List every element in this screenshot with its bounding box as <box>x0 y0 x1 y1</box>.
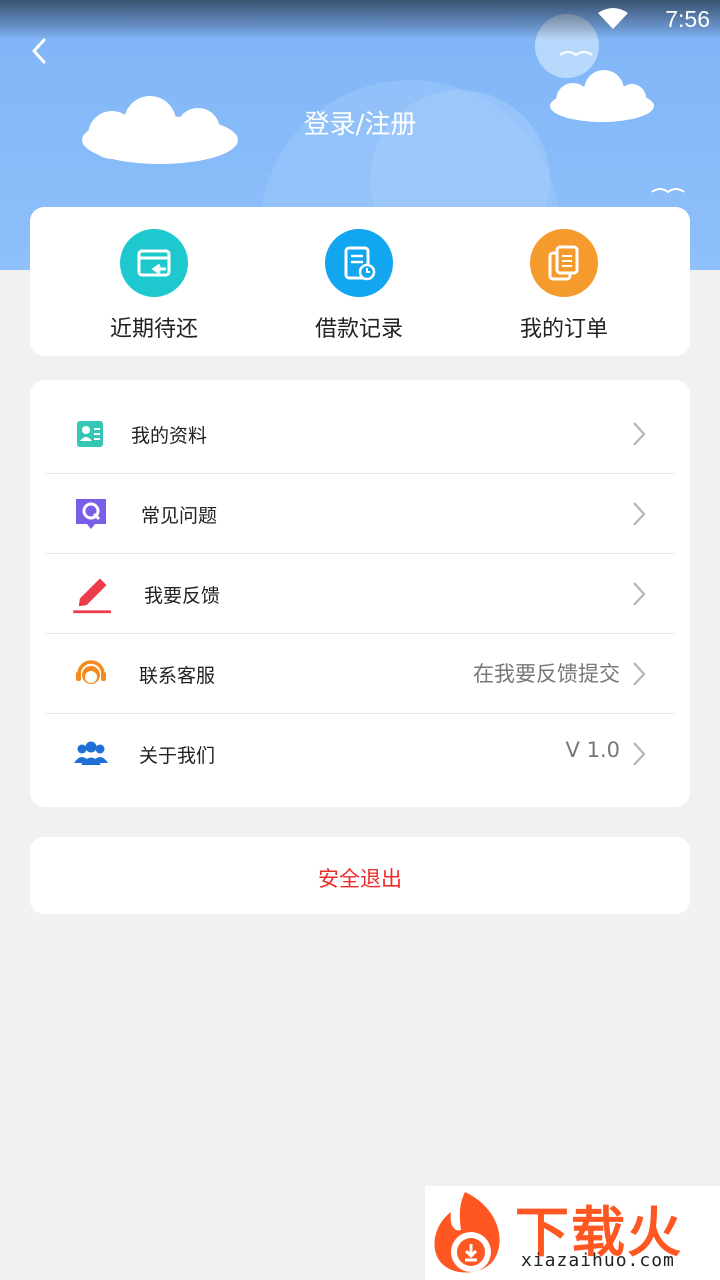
repay-card-icon <box>120 229 188 297</box>
menu-item-my-profile[interactable]: 我的资料 <box>45 394 675 474</box>
quick-action-recent-repay[interactable]: 近期待还 <box>64 229 244 343</box>
menu-item-faq[interactable]: 常见问题 <box>45 474 675 554</box>
flame-download-icon <box>434 1192 500 1273</box>
customer-service-icon <box>76 660 106 684</box>
quick-action-label: 借款记录 <box>314 317 403 342</box>
loan-record-icon <box>325 229 393 297</box>
menu-item-feedback[interactable]: 我要反馈 <box>45 554 675 634</box>
status-bar: 7:56 <box>0 0 720 40</box>
menu-item-label: 联系客服 <box>139 665 216 687</box>
menu-item-label: 我的资料 <box>131 425 208 447</box>
menu-card: 我的资料 常见问题 我要反馈 联系客服 在我要反馈提交 关于我们 V 1.0 <box>30 380 690 807</box>
chevron-right-icon <box>633 422 646 446</box>
watermark-brand-en: xiazaihuo.com <box>521 1250 675 1271</box>
logout-label: 安全退出 <box>318 867 402 891</box>
status-time: 7:56 <box>665 6 710 32</box>
quick-action-loan-record[interactable]: 借款记录 <box>269 229 449 343</box>
chevron-right-icon <box>633 502 646 526</box>
menu-item-value: 在我要反馈提交 <box>473 662 620 686</box>
menu-item-label: 我要反馈 <box>144 585 221 607</box>
menu-item-value: V 1.0 <box>565 738 620 762</box>
feedback-pencil-icon <box>73 578 111 614</box>
chevron-right-icon <box>633 582 646 606</box>
menu-item-label: 常见问题 <box>141 505 218 527</box>
quick-action-my-orders[interactable]: 我的订单 <box>474 229 654 343</box>
chevron-right-icon <box>633 662 646 686</box>
watermark-logo: 下载火 xiazaihuo.com <box>425 1186 720 1280</box>
menu-item-label: 关于我们 <box>139 745 216 767</box>
quick-action-label: 近期待还 <box>109 317 198 342</box>
menu-item-about-us[interactable]: 关于我们 V 1.0 <box>45 714 675 794</box>
chevron-right-icon <box>633 742 646 766</box>
back-arrow-icon[interactable] <box>26 34 56 68</box>
logout-button[interactable]: 安全退出 <box>30 837 690 914</box>
about-team-icon <box>74 741 108 765</box>
faq-q-icon <box>76 499 106 529</box>
quick-actions-card: 近期待还 借款记录 我的订单 <box>30 207 690 356</box>
order-copy-icon <box>530 229 598 297</box>
login-register-title[interactable]: 登录/注册 <box>0 104 720 141</box>
profile-card-icon <box>77 421 103 447</box>
quick-action-label: 我的订单 <box>519 317 608 342</box>
wifi-icon <box>598 8 628 29</box>
menu-item-customer-service[interactable]: 联系客服 在我要反馈提交 <box>45 634 675 714</box>
